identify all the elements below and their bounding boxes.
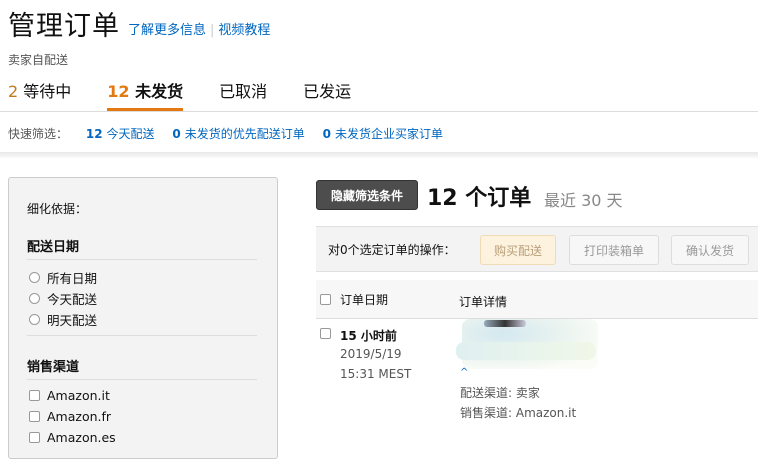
header-links: 了解更多信息 | 视频教程: [128, 19, 270, 38]
orders-table-header: 订单日期 订单详情: [316, 280, 758, 319]
date-range-label: 最近 30 天: [544, 191, 623, 210]
print-packing-slip-button[interactable]: 打印装箱单: [569, 235, 659, 265]
option-label: 所有日期: [47, 271, 98, 286]
hide-filters-button[interactable]: 隐藏筛选条件: [316, 180, 418, 210]
redacted-product: [456, 342, 596, 360]
link-separator: |: [210, 23, 215, 38]
radio-button[interactable]: [29, 293, 40, 304]
bulk-action-bar: 对0个选定订单的操作： 购买配送 打印装箱单 确认发货: [316, 226, 758, 272]
filter-text: 今天配送: [106, 127, 155, 141]
tab-label: 未发货: [135, 82, 184, 101]
delivery-date-heading: 配送日期: [27, 240, 80, 255]
refine-label: 细化依据：: [27, 202, 88, 216]
quick-filter-business[interactable]: 0 未发货企业买家订单: [323, 127, 443, 141]
order-time-ago: 15 小时前: [340, 329, 397, 343]
sales-channel-option-fr[interactable]: Amazon.fr: [29, 409, 111, 424]
video-tutorial-link[interactable]: 视频教程: [218, 23, 270, 38]
page-title: 管理订单: [8, 11, 120, 42]
quick-filter-bar: 快速筛选： 12 今天配送 0 未发货的优先配送订单 0 未发货企业买家订单: [8, 125, 457, 142]
filter-text: 未发货的优先配送订单: [184, 127, 305, 141]
tab-label: 等待中: [23, 82, 72, 101]
bulk-action-label: 对0个选定订单的操作：: [328, 243, 456, 257]
filter-count: 0: [322, 127, 331, 141]
buy-shipping-button[interactable]: 购买配送: [480, 235, 556, 265]
delivery-date-option-all[interactable]: 所有日期: [29, 268, 97, 287]
order-count: 12 个订单: [427, 186, 532, 211]
delivery-date-option-tomorrow[interactable]: 明天配送: [29, 310, 97, 329]
refine-sidebar: 细化依据： 配送日期 所有日期 今天配送 明天配送 销售渠道 Amazon.it…: [8, 177, 278, 459]
order-status-tabs: 2 等待中 12 未发货 已取消 已发运: [8, 78, 387, 111]
quick-filter-today[interactable]: 12 今天配送: [86, 127, 155, 141]
sales-channel-option-it[interactable]: Amazon.it: [29, 388, 110, 403]
quick-filter-priority[interactable]: 0 未发货的优先配送订单: [172, 127, 304, 141]
tab-pending[interactable]: 2 等待中: [8, 78, 71, 111]
option-label: Amazon.fr: [47, 409, 112, 424]
select-all-checkbox[interactable]: [320, 294, 331, 305]
tabs-divider: [0, 111, 758, 112]
delivery-date-option-today[interactable]: 今天配送: [29, 289, 97, 308]
filter-text: 未发货企业买家订单: [334, 127, 443, 141]
tab-count: 12: [107, 82, 130, 101]
radio-button[interactable]: [29, 314, 40, 325]
order-time: 15:31 MEST: [340, 367, 412, 381]
option-label: 明天配送: [47, 313, 98, 328]
filter-count: 12: [85, 127, 103, 141]
order-date-column: 订单日期: [320, 291, 388, 308]
confirm-shipment-button[interactable]: 确认发货: [671, 235, 749, 265]
ship-channel: 配送渠道: 卖家: [460, 386, 540, 400]
sales-channel: 销售渠道: Amazon.it: [460, 406, 577, 420]
divider: [27, 335, 257, 336]
tab-label: 已发运: [303, 82, 352, 101]
column-header: 订单详情: [459, 295, 508, 309]
divider: [27, 259, 257, 260]
order-date: 2019/5/19: [340, 347, 402, 361]
checkbox[interactable]: [29, 411, 40, 422]
tab-cancelled[interactable]: 已取消: [219, 78, 267, 111]
tab-label: 已取消: [219, 82, 268, 101]
redacted-order-id: [484, 320, 526, 327]
filter-count: 0: [172, 127, 181, 141]
section-divider: [0, 152, 758, 158]
row-checkbox[interactable]: [320, 328, 331, 339]
radio-button[interactable]: [29, 272, 40, 283]
quick-filter-label: 快速筛选：: [8, 127, 69, 141]
tab-count: 2: [8, 82, 19, 101]
divider: [27, 379, 257, 380]
sales-channel-heading: 销售渠道: [27, 360, 80, 375]
redacted-link-fragment: ^: [460, 367, 469, 378]
tab-unshipped[interactable]: 12 未发货: [107, 78, 184, 111]
column-header: 订单日期: [340, 293, 389, 307]
option-label: Amazon.it: [47, 388, 110, 403]
tab-shipped[interactable]: 已发运: [303, 78, 351, 111]
option-label: 今天配送: [47, 292, 98, 307]
learn-more-link[interactable]: 了解更多信息: [128, 23, 206, 38]
checkbox[interactable]: [29, 390, 40, 401]
page-subtitle: 卖家自配送: [8, 53, 69, 67]
